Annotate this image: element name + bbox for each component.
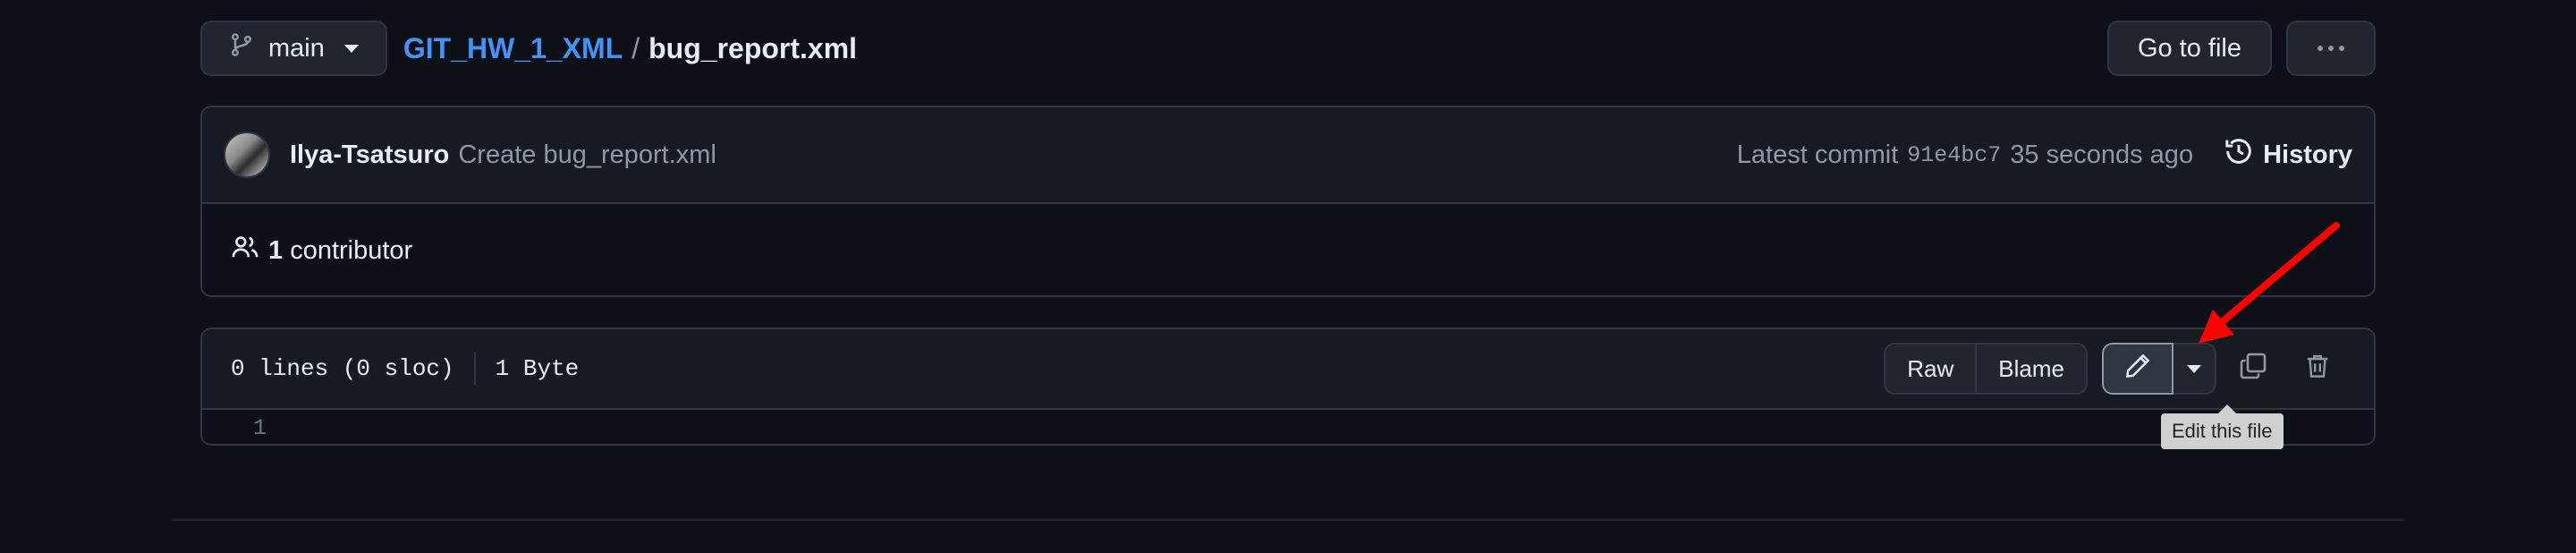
chevron-down-icon <box>2187 364 2201 373</box>
latest-commit-label: Latest commit <box>1736 140 1899 169</box>
commit-hash-link[interactable]: 91e4bc7 <box>1907 142 2001 168</box>
contributor-label: contributor <box>290 235 413 265</box>
commit-time: 35 seconds ago <box>2010 140 2194 169</box>
copy-icon <box>2239 352 2267 387</box>
page: main GIT_HW_1_XML / bug_report.xml Go to… <box>0 0 2576 553</box>
go-to-file-button[interactable]: Go to file <box>2106 21 2272 76</box>
line-number[interactable]: 1 <box>202 415 275 441</box>
raw-blame-group: Raw Blame <box>1884 343 2088 395</box>
file-size: 1 Byte <box>495 355 580 382</box>
breadcrumb-repo-link[interactable]: GIT_HW_1_XML <box>403 32 623 65</box>
more-options-button[interactable] <box>2286 21 2376 76</box>
breadcrumb: GIT_HW_1_XML / bug_report.xml <box>403 32 857 65</box>
divider <box>473 353 476 385</box>
chevron-down-icon <box>343 44 359 53</box>
file-viewer: 0 lines (0 sloc) 1 Byte Raw Blame 1 <box>200 328 2376 446</box>
commit-author-link[interactable]: Ilya-Tsatsuro <box>290 140 449 170</box>
commit-message-link[interactable]: Create bug_report.xml <box>458 140 716 170</box>
contributors-row[interactable]: 1 contributor <box>202 204 2374 295</box>
people-icon <box>231 234 259 268</box>
file-actions: Raw Blame <box>1884 343 2345 395</box>
file-info-bar: 0 lines (0 sloc) 1 Byte Raw Blame <box>202 329 2374 410</box>
breadcrumb-file-name: bug_report.xml <box>648 31 858 64</box>
file-header-bar: main GIT_HW_1_XML / bug_report.xml Go to… <box>200 20 2376 77</box>
copy-raw-button[interactable] <box>2225 343 2281 395</box>
commit-meta: Latest commit 91e4bc7 35 seconds ago His… <box>1737 136 2352 174</box>
commit-row: Ilya-Tsatsuro Create bug_report.xml Late… <box>202 107 2374 204</box>
git-branch-icon <box>229 31 254 65</box>
code-line: 1 <box>202 410 2374 446</box>
pencil-icon <box>2124 353 2151 386</box>
breadcrumb-separator: / <box>631 31 640 64</box>
blame-button[interactable]: Blame <box>1975 345 2086 393</box>
latest-commit-box: Ilya-Tsatsuro Create bug_report.xml Late… <box>200 106 2376 297</box>
edit-options-dropdown[interactable] <box>2174 343 2216 395</box>
history-link[interactable]: History <box>2224 136 2352 174</box>
kebab-horizontal-icon <box>2318 46 2344 51</box>
trash-icon <box>2304 352 2331 387</box>
file-lines-info: 0 lines (0 sloc) <box>231 355 454 382</box>
history-label: History <box>2263 140 2352 169</box>
history-icon <box>2224 136 2254 174</box>
branch-selector-button[interactable]: main <box>200 21 387 76</box>
raw-button[interactable]: Raw <box>1885 345 1976 393</box>
header-actions: Go to file <box>2106 21 2376 76</box>
edit-button-group <box>2102 343 2216 395</box>
delete-file-button[interactable] <box>2290 343 2345 395</box>
divider <box>172 519 2404 521</box>
contributor-count: 1 <box>268 235 284 265</box>
edit-file-button[interactable] <box>2102 343 2174 395</box>
avatar[interactable] <box>224 132 270 178</box>
branch-name: main <box>268 33 325 63</box>
edit-file-tooltip: Edit this file <box>2161 404 2284 449</box>
